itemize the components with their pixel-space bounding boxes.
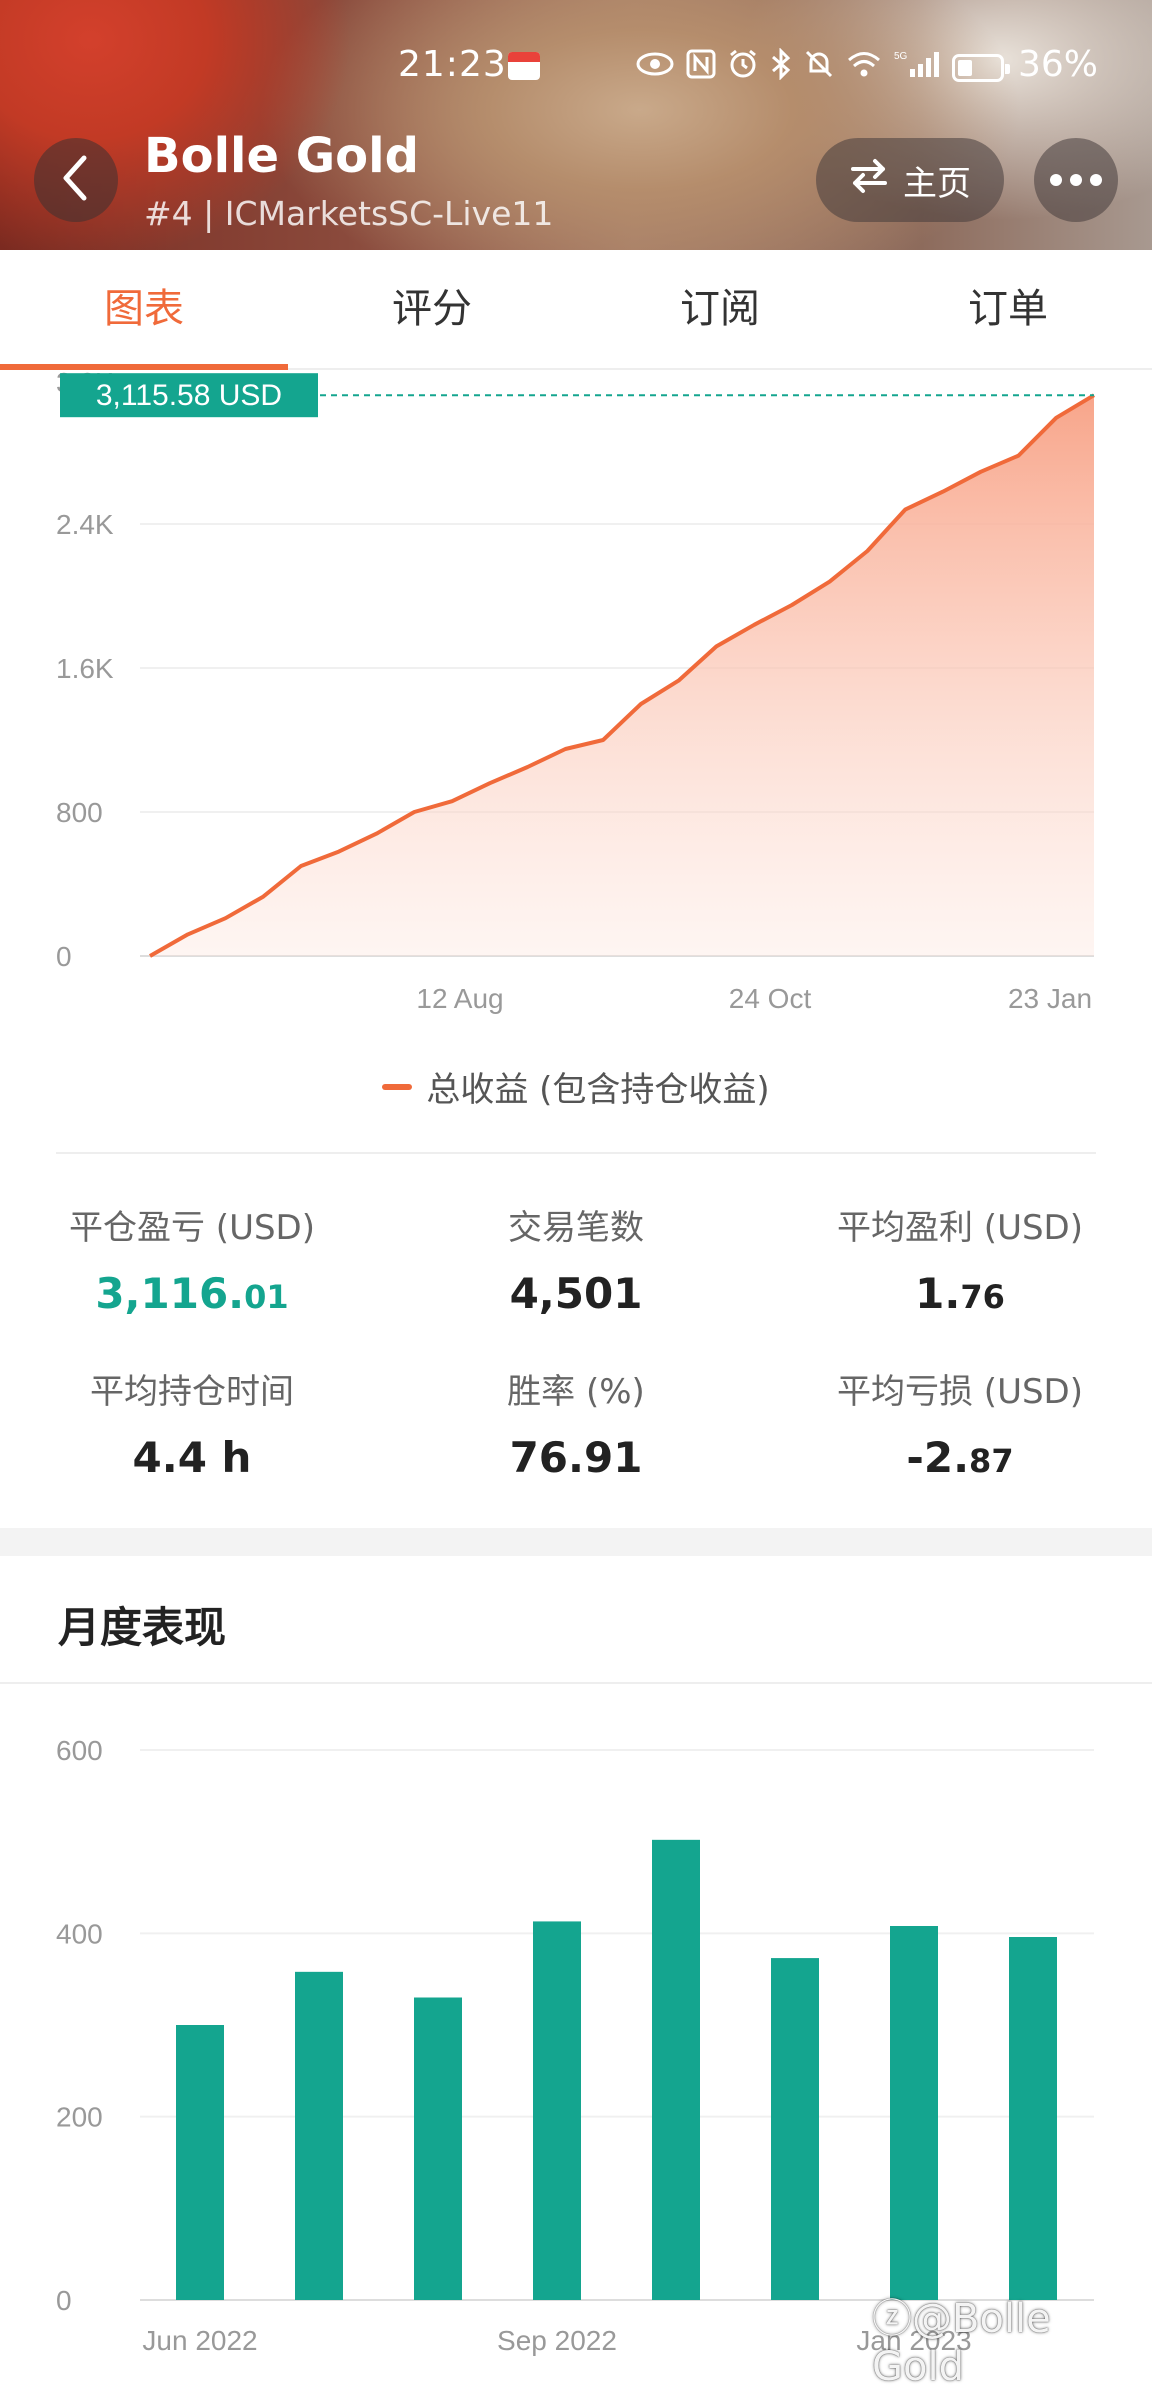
- stat-avg-loss: 平均亏损 (USD) -2.87: [768, 1364, 1152, 1482]
- stat-label: 胜率 (%): [507, 1372, 645, 1412]
- stat-win-rate: 胜率 (%) 76.91: [384, 1364, 768, 1482]
- tab-orders[interactable]: 订单: [864, 250, 1152, 368]
- battery-percent: 36%: [1018, 44, 1099, 85]
- stat-trade-count: 交易笔数 4,501: [384, 1200, 768, 1318]
- current-value-label: 3,115.58 USD: [96, 379, 282, 412]
- monthly-bar: [771, 1958, 819, 2300]
- stat-value: 1.76: [915, 1269, 1005, 1318]
- mute-icon: [804, 49, 834, 88]
- monthly-bar: [176, 2025, 224, 2300]
- monthly-performance-title: 月度表现: [58, 1603, 227, 1652]
- chart-legend: 总收益 (包含持仓收益): [0, 1062, 1152, 1111]
- stat-avg-profit: 平均盈利 (USD) 1.76: [768, 1200, 1152, 1318]
- home-button[interactable]: 主页: [816, 138, 1004, 222]
- watermark-logo-icon: ⓩ: [872, 2296, 912, 2342]
- alarm-icon: [728, 49, 758, 88]
- more-dot-icon: [1070, 174, 1082, 186]
- calendar-icon: [508, 52, 540, 80]
- wifi-icon: [846, 49, 882, 88]
- bluetooth-icon: [770, 47, 792, 89]
- ytick-label: 200: [56, 2102, 103, 2133]
- stat-value: 4,501: [509, 1269, 643, 1318]
- stat-value: 4.4 h: [132, 1433, 252, 1482]
- signal-5g-icon: 5G: [894, 49, 942, 88]
- ytick-label: 2.4K: [56, 509, 114, 540]
- stat-closed-pnl: 平仓盈亏 (USD) 3,116.01: [0, 1200, 384, 1318]
- nfc-icon: [686, 49, 716, 88]
- status-bar: 21:23 5G 36%: [0, 0, 1152, 130]
- header: 21:23 5G 36% Bolle Gold #4 | ICMarketsSC…: [0, 0, 1152, 250]
- tab-rating[interactable]: 评分: [288, 250, 576, 368]
- monthly-bar: [1009, 1937, 1057, 2300]
- ytick-label: 600: [56, 1735, 103, 1766]
- xtick-label: 23 Jan: [1008, 983, 1092, 1014]
- more-dot-icon: [1090, 174, 1102, 186]
- ytick-label: 0: [56, 2285, 72, 2316]
- swap-icon: [849, 158, 889, 203]
- xtick-label: 24 Oct: [729, 983, 812, 1014]
- monthly-bar-chart: 0200400600Jun 2022 Sep 2022 Jan 2023: [56, 1735, 1094, 2356]
- back-button[interactable]: [34, 138, 118, 222]
- legend-label: 总收益 (包含持仓收益): [426, 1070, 770, 1110]
- eye-icon: [636, 49, 674, 88]
- svg-text:5G: 5G: [894, 51, 908, 62]
- ytick-label: 0: [56, 941, 72, 972]
- more-options-button[interactable]: [1034, 138, 1118, 222]
- ytick-label: 800: [56, 797, 103, 828]
- legend-swatch: [382, 1083, 413, 1090]
- watermark: ⓩ@Bolle Gold: [872, 2286, 1152, 2390]
- back-arrow-icon: [58, 154, 94, 206]
- stat-avg-hold-time: 平均持仓时间 4.4 h: [0, 1364, 384, 1482]
- monthly-bar: [295, 1971, 343, 2300]
- home-button-label: 主页: [903, 163, 971, 204]
- monthly-bar: [652, 1839, 700, 2300]
- monthly-bar: [890, 1926, 938, 2300]
- page-title: Bolle Gold: [144, 128, 419, 184]
- tab-bar: 图表 评分 订阅 订单: [0, 250, 1152, 370]
- monthly-bar: [533, 1921, 581, 2300]
- stat-value: -2.87: [906, 1433, 1014, 1482]
- more-dot-icon: [1050, 174, 1062, 186]
- xtick-label: Jun 2022: [142, 2325, 257, 2356]
- stat-label: 平仓盈亏 (USD): [69, 1208, 315, 1248]
- account-subtitle: #4 | ICMarketsSC-Live11: [144, 194, 554, 233]
- battery-icon: [952, 54, 1010, 82]
- tab-subscribe[interactable]: 订阅: [576, 250, 864, 368]
- ytick-label: 400: [56, 1918, 103, 1949]
- xtick-label: Sep 2022: [497, 2325, 617, 2356]
- equity-chart: 3.2K08001.6K2.4K3,115.58 USD12 Aug24 Oct…: [56, 370, 1096, 1014]
- xtick-label: 12 Aug: [416, 983, 503, 1014]
- stat-label: 交易笔数: [508, 1208, 644, 1248]
- ytick-label: 1.6K: [56, 653, 114, 684]
- divider: [56, 1152, 1096, 1154]
- stat-label: 平均亏损 (USD): [837, 1372, 1083, 1412]
- tab-chart[interactable]: 图表: [0, 250, 288, 370]
- stat-label: 平均盈利 (USD): [837, 1208, 1083, 1248]
- status-time: 21:23: [398, 44, 507, 85]
- stat-value: 3,116.01: [95, 1269, 289, 1318]
- monthly-bar: [414, 1997, 462, 2300]
- status-icons: 5G: [636, 47, 942, 89]
- stat-label: 平均持仓时间: [90, 1372, 294, 1412]
- stat-value: 76.91: [509, 1433, 643, 1482]
- divider: [0, 1682, 1152, 1684]
- section-separator: [0, 1528, 1152, 1556]
